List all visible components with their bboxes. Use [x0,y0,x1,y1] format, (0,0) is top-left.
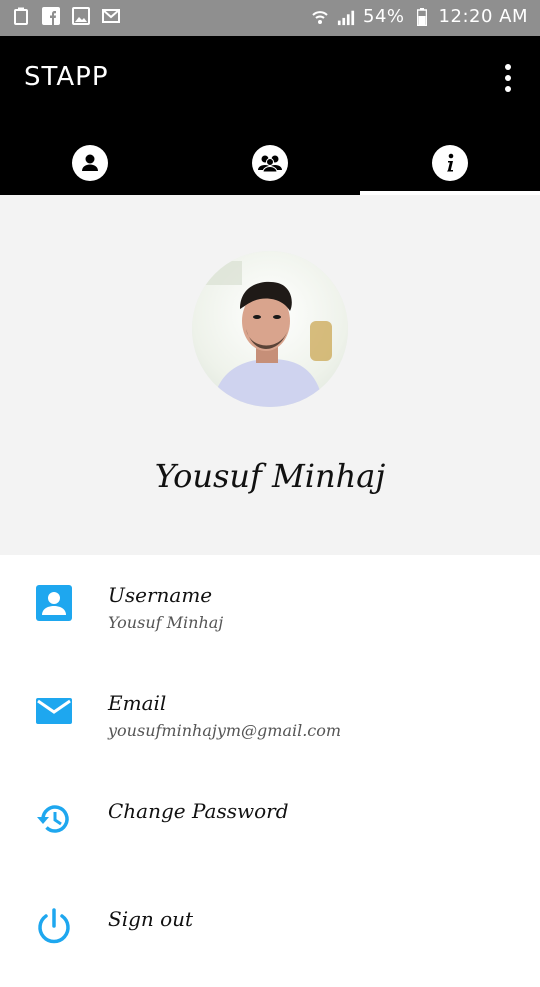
image-icon [72,7,90,25]
status-bar: 54% 12:20 AM [0,0,540,36]
tab-bar [0,131,540,195]
power-icon [36,908,72,945]
list-item-sign-out[interactable]: Sign out [0,879,540,987]
profile-name: Yousuf Minhaj [154,457,386,495]
notification-icons [12,7,120,25]
sign-out-label: Sign out [108,907,194,931]
group-icon [252,145,288,181]
change-password-label: Change Password [108,799,289,823]
email-value: yousufminhajym@gmail.com [108,721,342,740]
tab-profile[interactable] [0,131,180,195]
person-icon [72,145,108,181]
profile-avatar[interactable] [192,251,348,407]
recycle-icon [12,7,30,25]
clock: 12:20 AM [438,6,528,27]
history-icon [36,801,72,837]
list-item-email[interactable]: Email yousufminhajym@gmail.com [0,663,540,771]
list-item-username[interactable]: Username Yousuf Minhaj [0,555,540,663]
wifi-icon [311,8,329,26]
info-icon [432,145,468,181]
app-title: STAPP [24,62,109,92]
battery-icon [413,7,431,26]
signal-icon [337,8,355,26]
account-box-icon [36,585,72,621]
username-label: Username [108,583,213,607]
email-icon [36,693,72,729]
battery-percent: 54% [363,6,405,27]
tab-groups[interactable] [180,131,360,195]
list-item-change-password[interactable]: Change Password [0,771,540,879]
username-value: Yousuf Minhaj [108,613,224,632]
more-vert-icon[interactable] [502,64,514,92]
system-status: 54% 12:20 AM [311,6,528,27]
email-label: Email [108,691,167,715]
facebook-icon [42,7,60,25]
profile-header: Yousuf Minhaj [0,195,540,555]
tab-info[interactable] [360,131,540,195]
mail-icon [102,7,120,25]
account-list: Username Yousuf Minhaj Email yousufminha… [0,555,540,987]
app-bar: STAPP [0,36,540,195]
